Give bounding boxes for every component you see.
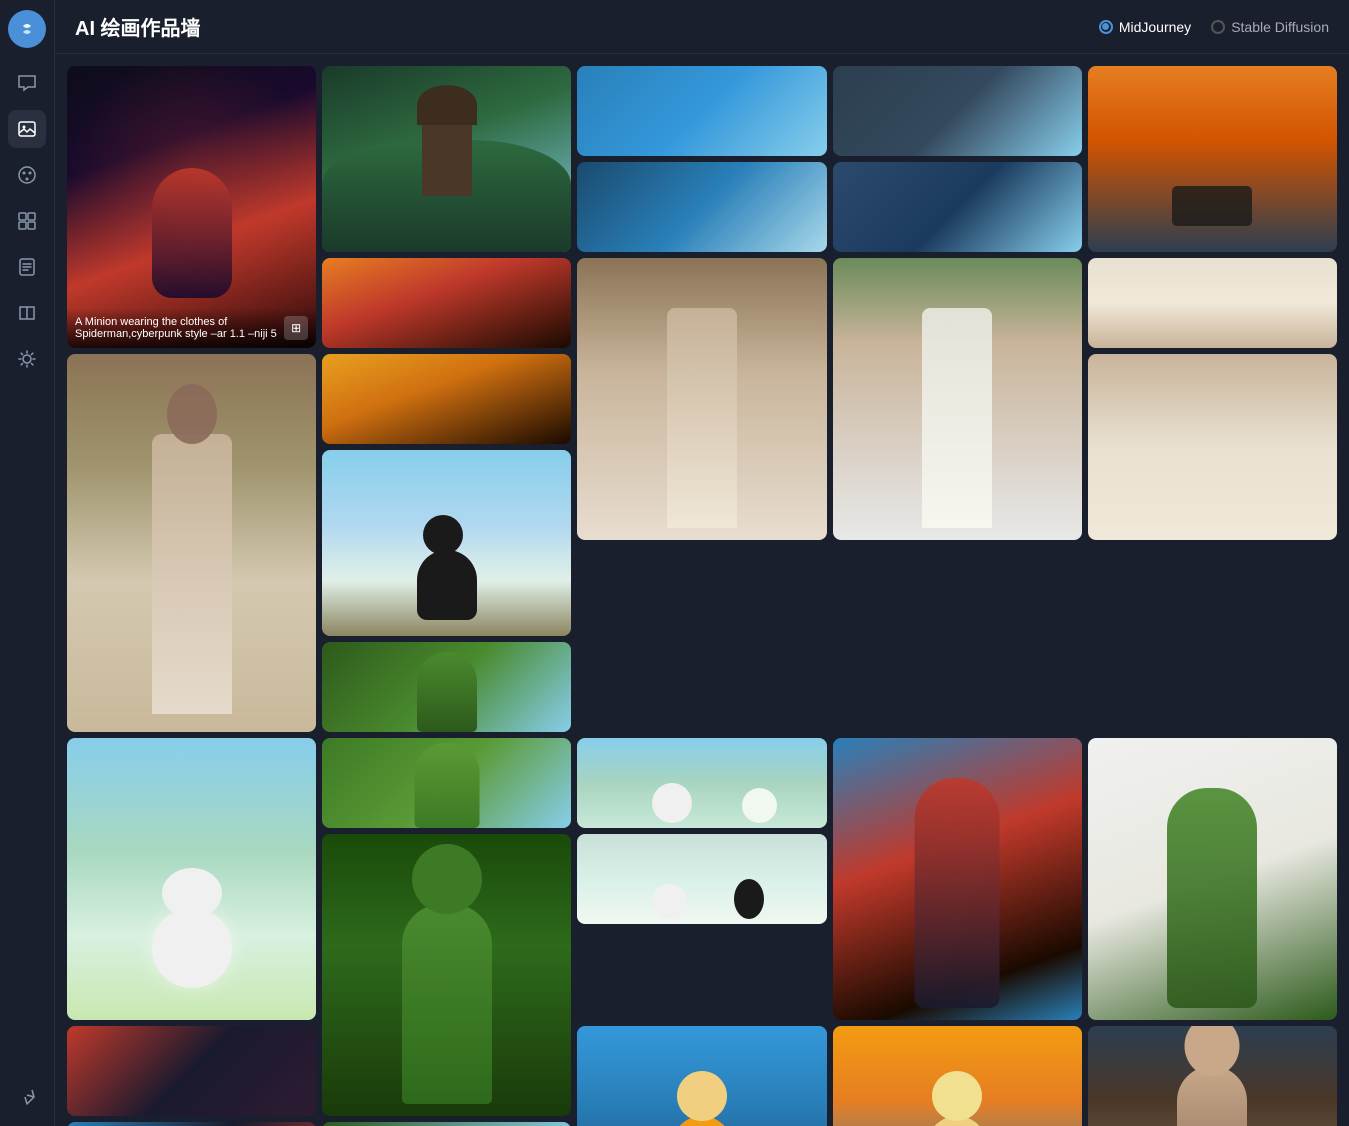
filter-stable-diffusion[interactable]: Stable Diffusion — [1211, 19, 1329, 35]
list-item[interactable] — [322, 450, 571, 636]
sidebar-item-art[interactable] — [8, 156, 46, 194]
list-item[interactable] — [1088, 354, 1337, 540]
list-item[interactable] — [833, 162, 1082, 252]
sidebar-item-image[interactable] — [8, 110, 46, 148]
gallery-grid: A Minion wearing the clothes of Spiderma… — [67, 66, 1337, 1126]
list-item[interactable] — [322, 1122, 571, 1126]
main-content: AI 绘画作品墙 MidJourney Stable Diffusion — [55, 0, 1349, 1126]
list-item[interactable] — [322, 354, 571, 444]
list-item[interactable] — [577, 738, 826, 828]
sidebar-item-task[interactable] — [8, 248, 46, 286]
list-item[interactable] — [577, 834, 826, 924]
list-item[interactable] — [833, 738, 1082, 1020]
list-item[interactable] — [322, 642, 571, 732]
list-item[interactable] — [577, 162, 826, 252]
radio-midjourney[interactable] — [1099, 20, 1113, 34]
list-item[interactable] — [1088, 66, 1337, 252]
sidebar-item-book[interactable] — [8, 294, 46, 332]
list-item[interactable] — [1088, 1026, 1337, 1126]
list-item[interactable] — [577, 258, 826, 540]
filter-stable-diffusion-label: Stable Diffusion — [1231, 19, 1329, 35]
page-title: AI 绘画作品墙 — [75, 12, 201, 41]
item-text: A Minion wearing the clothes of Spiderma… — [75, 316, 277, 340]
list-item[interactable] — [833, 1026, 1082, 1126]
filter-group: MidJourney Stable Diffusion — [1099, 19, 1329, 35]
filter-midjourney[interactable]: MidJourney — [1099, 19, 1191, 35]
list-item[interactable] — [67, 1026, 316, 1116]
list-item[interactable] — [833, 66, 1082, 156]
list-item[interactable] — [67, 1122, 316, 1126]
list-item[interactable] — [577, 1026, 826, 1126]
app-logo — [8, 10, 46, 48]
item-description: A Minion wearing the clothes of Spiderma… — [67, 308, 316, 348]
list-item[interactable] — [67, 354, 316, 732]
gallery: A Minion wearing the clothes of Spiderma… — [55, 54, 1349, 1126]
list-item[interactable] — [577, 66, 826, 156]
list-item[interactable] — [1088, 738, 1337, 1020]
list-item[interactable] — [67, 738, 316, 1020]
list-item[interactable] — [322, 738, 571, 828]
sidebar — [0, 0, 55, 1126]
list-item[interactable] — [322, 258, 571, 348]
list-item[interactable] — [322, 834, 571, 1116]
sidebar-item-share[interactable] — [8, 1078, 46, 1116]
filter-midjourney-label: MidJourney — [1119, 19, 1191, 35]
sidebar-item-grid[interactable] — [8, 202, 46, 240]
list-item[interactable]: A Minion wearing the clothes of Spiderma… — [67, 66, 316, 348]
header: AI 绘画作品墙 MidJourney Stable Diffusion — [55, 0, 1349, 54]
list-item[interactable] — [833, 258, 1082, 540]
sidebar-item-tools[interactable] — [8, 340, 46, 378]
list-item[interactable] — [322, 66, 571, 252]
radio-stable-diffusion[interactable] — [1211, 20, 1225, 34]
copy-icon[interactable]: ⊞ — [284, 316, 308, 340]
sidebar-item-chat[interactable] — [8, 64, 46, 102]
list-item[interactable] — [1088, 258, 1337, 348]
